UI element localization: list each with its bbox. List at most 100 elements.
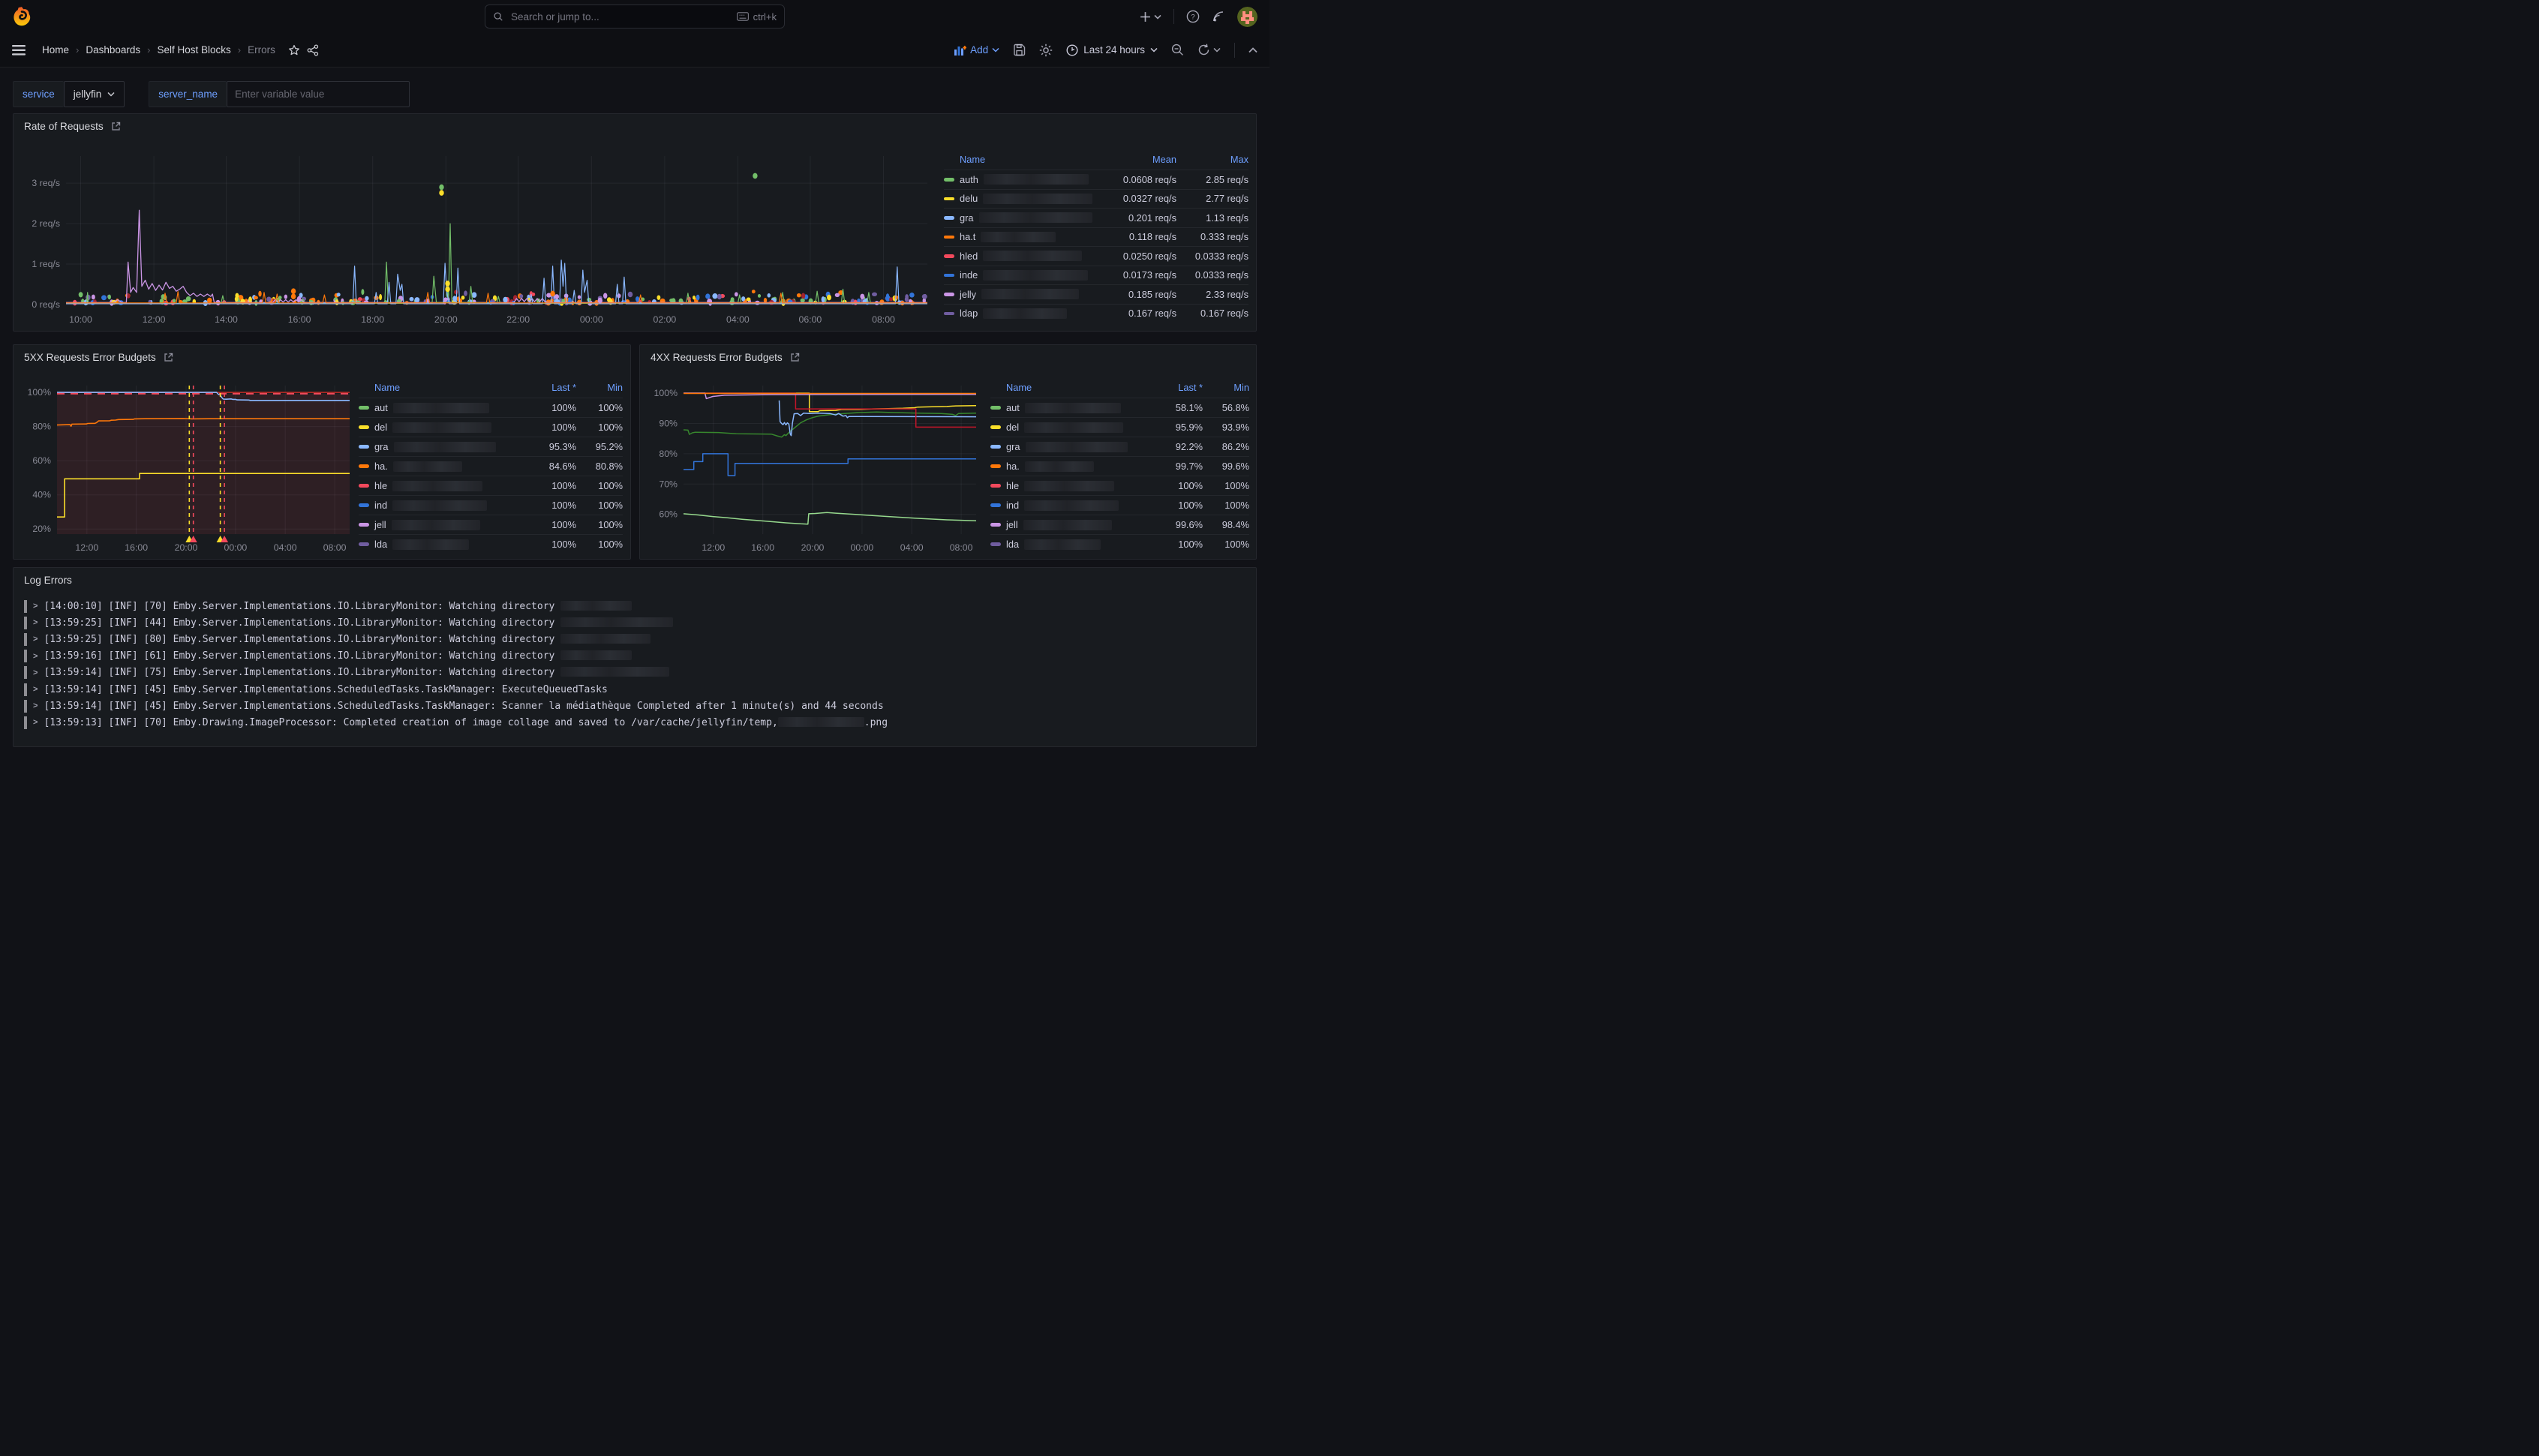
legend-header-mean[interactable]: Mean	[1092, 154, 1176, 165]
save-dashboard-button[interactable]	[1013, 44, 1026, 56]
legend-header-last[interactable]: Last *	[519, 382, 576, 393]
legend-series-name[interactable]: aut	[990, 402, 1146, 413]
scatter-dot	[752, 290, 756, 293]
scatter-dot	[922, 294, 927, 299]
expand-log-icon[interactable]: >	[33, 602, 38, 611]
legend-series-name[interactable]: jell	[359, 519, 519, 530]
legend-series-name[interactable]: inde	[944, 269, 1092, 281]
legend-value: 92.2%	[1146, 441, 1203, 452]
variable-service-value-dropdown[interactable]: jellyfin	[64, 81, 125, 107]
log-row[interactable]: >[13:59:25] [INF] [44] Emby.Server.Imple…	[24, 614, 1248, 631]
series-name-text: ha.t	[960, 231, 975, 242]
legend-value: 0.333 req/s	[1176, 231, 1248, 242]
global-search[interactable]: ctrl+k	[485, 5, 785, 29]
legend-row: aut58.1%56.8%	[990, 398, 1249, 417]
legend-series-name[interactable]: lda	[359, 539, 519, 550]
add-panel-button[interactable]: Add	[954, 44, 999, 56]
y-axis-tick-label: 20%	[32, 524, 51, 534]
legend-header-min[interactable]: Min	[1203, 382, 1249, 393]
legend-series-name[interactable]: ldap	[944, 308, 1092, 319]
legend-series-name[interactable]: jell	[990, 519, 1146, 530]
redacted-series-name	[393, 461, 462, 472]
err4xx-chart[interactable]: 60%70%80%90%100%12:0016:0020:0000:0004:0…	[646, 377, 984, 561]
mega-menu-toggle[interactable]	[12, 45, 26, 56]
expand-log-icon[interactable]: >	[33, 701, 38, 710]
legend-header-name[interactable]: Name	[990, 382, 1146, 393]
search-input[interactable]	[509, 11, 731, 23]
legend-series-name[interactable]: aut	[359, 402, 519, 413]
scatter-dot	[284, 295, 287, 299]
user-avatar[interactable]	[1237, 7, 1257, 27]
legend-series-name[interactable]: auth	[944, 174, 1092, 185]
log-row[interactable]: >[13:59:14] [INF] [45] Emby.Server.Imple…	[24, 698, 1248, 714]
legend-series-name[interactable]: gra	[944, 212, 1092, 224]
legend-series-name[interactable]: ha.	[990, 461, 1146, 472]
expand-log-icon[interactable]: >	[33, 668, 38, 677]
log-row[interactable]: >[13:59:25] [INF] [80] Emby.Server.Imple…	[24, 631, 1248, 647]
legend-value: 99.6%	[1146, 519, 1203, 530]
new-button[interactable]	[1140, 11, 1161, 23]
legend-series-name[interactable]: delu	[944, 193, 1092, 204]
log-level-bar	[24, 683, 27, 696]
legend-header-min[interactable]: Min	[576, 382, 623, 393]
legend-value: 100%	[576, 422, 623, 433]
svg-text:?: ?	[1191, 13, 1194, 21]
log-row[interactable]: >[13:59:14] [INF] [75] Emby.Server.Imple…	[24, 665, 1248, 681]
legend-series-name[interactable]: jelly	[944, 289, 1092, 300]
breadcrumb-dashboards[interactable]: Dashboards	[86, 44, 140, 56]
expand-log-icon[interactable]: >	[33, 652, 38, 661]
expand-log-icon[interactable]: >	[33, 618, 38, 627]
legend-series-name[interactable]: del	[990, 422, 1146, 433]
log-row[interactable]: >[13:59:13] [INF] [70] Emby.Drawing.Imag…	[24, 714, 1248, 731]
log-row[interactable]: >[13:59:14] [INF] [45] Emby.Server.Imple…	[24, 681, 1248, 698]
grafana-logo[interactable]	[12, 6, 32, 27]
favorite-button[interactable]	[288, 44, 300, 56]
log-row[interactable]: >[14:00:10] [INF] [70] Emby.Server.Imple…	[24, 598, 1248, 614]
scatter-dot	[235, 293, 239, 299]
legend-header-max[interactable]: Max	[1176, 154, 1248, 165]
rate-of-requests-chart[interactable]: 0 req/s1 req/s2 req/s3 req/s10:0012:0014…	[20, 146, 953, 333]
err5xx-chart[interactable]: 20%40%60%80%100%12:0016:0020:0000:0004:0…	[20, 377, 357, 561]
breadcrumb-home[interactable]: Home	[42, 44, 69, 56]
legend-series-name[interactable]: ha.t	[944, 231, 1092, 242]
legend-series-name[interactable]: gra	[990, 441, 1146, 452]
x-axis-tick-label: 08:00	[950, 542, 973, 553]
legend-series-name[interactable]: lda	[990, 539, 1146, 550]
chevron-down-icon	[107, 92, 115, 97]
panel-title[interactable]: 5XX Requests Error Budgets	[24, 352, 173, 363]
log-level-bar	[24, 700, 27, 713]
expand-log-icon[interactable]: >	[33, 718, 38, 727]
expand-log-icon[interactable]: >	[33, 685, 38, 694]
expand-log-icon[interactable]: >	[33, 635, 38, 644]
legend-header-last[interactable]: Last *	[1146, 382, 1203, 393]
dashboard-settings-button[interactable]	[1039, 44, 1053, 57]
collapse-topbar-button[interactable]	[1248, 47, 1257, 53]
legend-series-name[interactable]: del	[359, 422, 519, 433]
time-range-picker[interactable]: Last 24 hours	[1066, 44, 1158, 56]
panel-title[interactable]: 4XX Requests Error Budgets	[651, 352, 800, 363]
legend-series-name[interactable]: ind	[990, 500, 1146, 511]
share-button[interactable]	[307, 44, 319, 56]
series-name-text: hle	[1006, 480, 1019, 491]
scatter-dot	[822, 296, 825, 302]
news-button[interactable]	[1212, 10, 1225, 23]
y-axis-tick-label: 80%	[32, 422, 51, 432]
refresh-icon	[1197, 44, 1210, 56]
panel-title[interactable]: Rate of Requests	[24, 121, 121, 132]
panel-title[interactable]: Log Errors	[24, 575, 72, 586]
variable-server-name-input[interactable]	[227, 81, 410, 107]
legend-series-name[interactable]: hle	[359, 480, 519, 491]
refresh-button[interactable]	[1197, 44, 1221, 56]
log-row[interactable]: >[13:59:16] [INF] [61] Emby.Server.Imple…	[24, 648, 1248, 665]
scatter-dot	[258, 291, 261, 297]
help-button[interactable]: ?	[1186, 10, 1200, 23]
legend-header-name[interactable]: Name	[359, 382, 519, 393]
legend-series-name[interactable]: hled	[944, 251, 1092, 262]
legend-series-name[interactable]: ha.	[359, 461, 519, 472]
legend-series-name[interactable]: hle	[990, 480, 1146, 491]
breadcrumb-self-host-blocks[interactable]: Self Host Blocks	[158, 44, 231, 56]
zoom-out-time-button[interactable]	[1171, 44, 1184, 56]
legend-header-name[interactable]: Name	[944, 154, 1092, 165]
legend-series-name[interactable]: gra	[359, 441, 519, 452]
legend-series-name[interactable]: ind	[359, 500, 519, 511]
